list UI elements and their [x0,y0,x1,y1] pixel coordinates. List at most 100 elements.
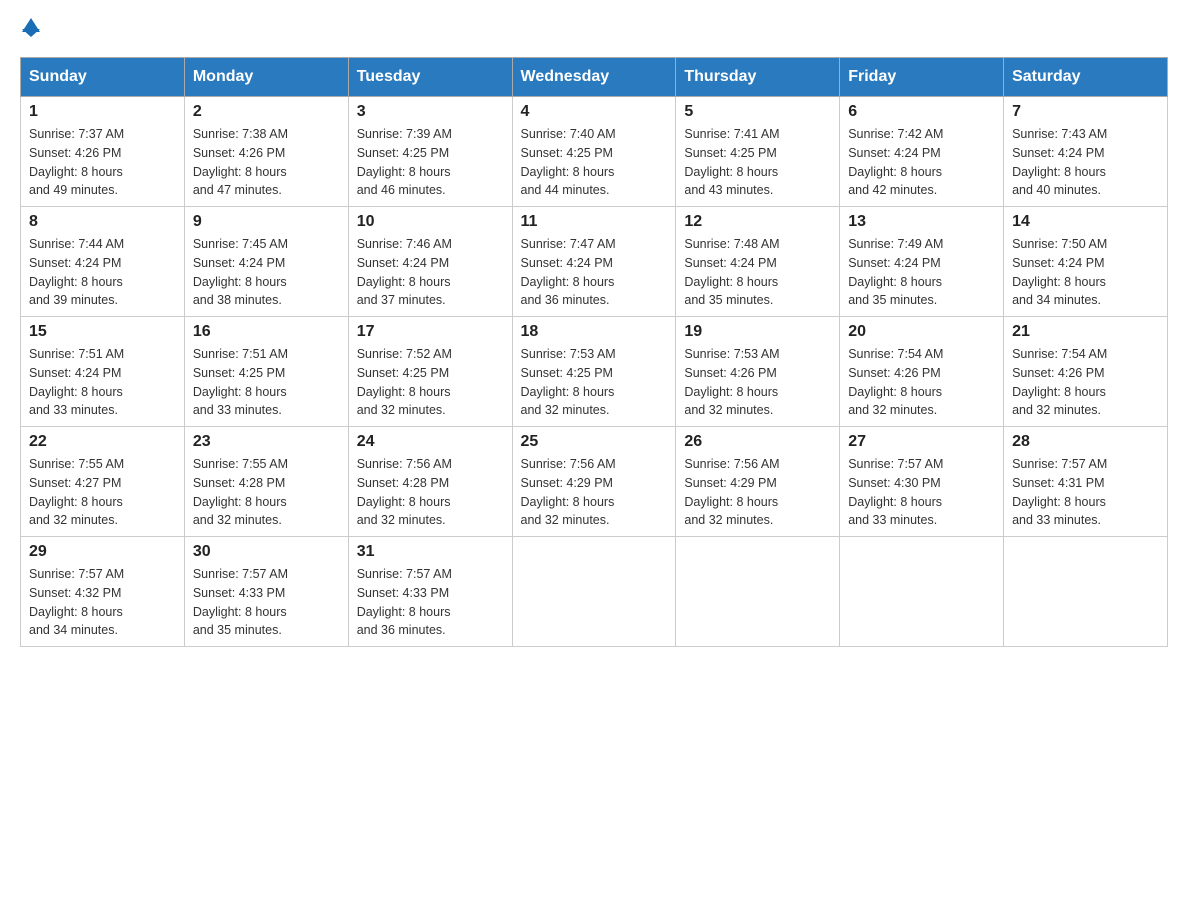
day-info: Sunrise: 7:46 AM Sunset: 4:24 PM Dayligh… [357,235,504,310]
day-number: 14 [1012,213,1159,231]
calendar-cell: 18 Sunrise: 7:53 AM Sunset: 4:25 PM Dayl… [512,317,676,427]
day-info: Sunrise: 7:53 AM Sunset: 4:25 PM Dayligh… [521,345,668,420]
day-info: Sunrise: 7:55 AM Sunset: 4:27 PM Dayligh… [29,455,176,530]
day-info: Sunrise: 7:57 AM Sunset: 4:31 PM Dayligh… [1012,455,1159,530]
calendar-cell: 1 Sunrise: 7:37 AM Sunset: 4:26 PM Dayli… [21,97,185,207]
day-number: 5 [684,103,831,121]
day-number: 17 [357,323,504,341]
day-number: 27 [848,433,995,451]
day-number: 3 [357,103,504,121]
day-info: Sunrise: 7:56 AM Sunset: 4:29 PM Dayligh… [684,455,831,530]
day-info: Sunrise: 7:42 AM Sunset: 4:24 PM Dayligh… [848,125,995,200]
calendar-cell: 28 Sunrise: 7:57 AM Sunset: 4:31 PM Dayl… [1004,427,1168,537]
calendar-week-row: 29 Sunrise: 7:57 AM Sunset: 4:32 PM Dayl… [21,537,1168,647]
page-header [20,20,1168,37]
day-number: 23 [193,433,340,451]
calendar-cell: 4 Sunrise: 7:40 AM Sunset: 4:25 PM Dayli… [512,97,676,207]
calendar-cell: 17 Sunrise: 7:52 AM Sunset: 4:25 PM Dayl… [348,317,512,427]
calendar-cell: 13 Sunrise: 7:49 AM Sunset: 4:24 PM Dayl… [840,207,1004,317]
day-number: 7 [1012,103,1159,121]
day-number: 12 [684,213,831,231]
calendar-cell: 8 Sunrise: 7:44 AM Sunset: 4:24 PM Dayli… [21,207,185,317]
calendar-cell: 16 Sunrise: 7:51 AM Sunset: 4:25 PM Dayl… [184,317,348,427]
calendar-cell: 7 Sunrise: 7:43 AM Sunset: 4:24 PM Dayli… [1004,97,1168,207]
calendar-cell [840,537,1004,647]
calendar-week-row: 8 Sunrise: 7:44 AM Sunset: 4:24 PM Dayli… [21,207,1168,317]
calendar-header-row: SundayMondayTuesdayWednesdayThursdayFrid… [21,58,1168,97]
day-number: 15 [29,323,176,341]
calendar-cell: 25 Sunrise: 7:56 AM Sunset: 4:29 PM Dayl… [512,427,676,537]
day-number: 20 [848,323,995,341]
day-info: Sunrise: 7:50 AM Sunset: 4:24 PM Dayligh… [1012,235,1159,310]
calendar-cell: 26 Sunrise: 7:56 AM Sunset: 4:29 PM Dayl… [676,427,840,537]
column-header-wednesday: Wednesday [512,58,676,97]
logo [20,20,40,37]
day-info: Sunrise: 7:51 AM Sunset: 4:24 PM Dayligh… [29,345,176,420]
day-number: 9 [193,213,340,231]
day-info: Sunrise: 7:39 AM Sunset: 4:25 PM Dayligh… [357,125,504,200]
day-number: 24 [357,433,504,451]
calendar-cell: 19 Sunrise: 7:53 AM Sunset: 4:26 PM Dayl… [676,317,840,427]
day-number: 11 [521,213,668,231]
day-info: Sunrise: 7:51 AM Sunset: 4:25 PM Dayligh… [193,345,340,420]
day-info: Sunrise: 7:57 AM Sunset: 4:32 PM Dayligh… [29,565,176,640]
day-number: 16 [193,323,340,341]
day-info: Sunrise: 7:43 AM Sunset: 4:24 PM Dayligh… [1012,125,1159,200]
column-header-monday: Monday [184,58,348,97]
calendar-cell: 10 Sunrise: 7:46 AM Sunset: 4:24 PM Dayl… [348,207,512,317]
calendar-table: SundayMondayTuesdayWednesdayThursdayFrid… [20,57,1168,647]
day-number: 28 [1012,433,1159,451]
day-number: 21 [1012,323,1159,341]
day-info: Sunrise: 7:45 AM Sunset: 4:24 PM Dayligh… [193,235,340,310]
column-header-friday: Friday [840,58,1004,97]
calendar-cell: 21 Sunrise: 7:54 AM Sunset: 4:26 PM Dayl… [1004,317,1168,427]
calendar-cell: 30 Sunrise: 7:57 AM Sunset: 4:33 PM Dayl… [184,537,348,647]
day-number: 8 [29,213,176,231]
day-info: Sunrise: 7:56 AM Sunset: 4:28 PM Dayligh… [357,455,504,530]
day-info: Sunrise: 7:54 AM Sunset: 4:26 PM Dayligh… [848,345,995,420]
column-header-sunday: Sunday [21,58,185,97]
day-info: Sunrise: 7:56 AM Sunset: 4:29 PM Dayligh… [521,455,668,530]
column-header-tuesday: Tuesday [348,58,512,97]
calendar-cell: 23 Sunrise: 7:55 AM Sunset: 4:28 PM Dayl… [184,427,348,537]
day-info: Sunrise: 7:53 AM Sunset: 4:26 PM Dayligh… [684,345,831,420]
calendar-cell: 3 Sunrise: 7:39 AM Sunset: 4:25 PM Dayli… [348,97,512,207]
calendar-cell: 12 Sunrise: 7:48 AM Sunset: 4:24 PM Dayl… [676,207,840,317]
calendar-cell: 2 Sunrise: 7:38 AM Sunset: 4:26 PM Dayli… [184,97,348,207]
day-number: 1 [29,103,176,121]
day-number: 4 [521,103,668,121]
calendar-week-row: 15 Sunrise: 7:51 AM Sunset: 4:24 PM Dayl… [21,317,1168,427]
calendar-cell: 31 Sunrise: 7:57 AM Sunset: 4:33 PM Dayl… [348,537,512,647]
calendar-cell: 15 Sunrise: 7:51 AM Sunset: 4:24 PM Dayl… [21,317,185,427]
day-info: Sunrise: 7:49 AM Sunset: 4:24 PM Dayligh… [848,235,995,310]
calendar-cell: 20 Sunrise: 7:54 AM Sunset: 4:26 PM Dayl… [840,317,1004,427]
calendar-cell: 5 Sunrise: 7:41 AM Sunset: 4:25 PM Dayli… [676,97,840,207]
calendar-cell: 11 Sunrise: 7:47 AM Sunset: 4:24 PM Dayl… [512,207,676,317]
day-number: 6 [848,103,995,121]
calendar-cell: 22 Sunrise: 7:55 AM Sunset: 4:27 PM Dayl… [21,427,185,537]
day-number: 30 [193,543,340,561]
day-number: 31 [357,543,504,561]
column-header-thursday: Thursday [676,58,840,97]
calendar-cell: 6 Sunrise: 7:42 AM Sunset: 4:24 PM Dayli… [840,97,1004,207]
day-number: 25 [521,433,668,451]
calendar-week-row: 1 Sunrise: 7:37 AM Sunset: 4:26 PM Dayli… [21,97,1168,207]
day-number: 10 [357,213,504,231]
day-number: 29 [29,543,176,561]
day-number: 13 [848,213,995,231]
day-info: Sunrise: 7:55 AM Sunset: 4:28 PM Dayligh… [193,455,340,530]
day-number: 18 [521,323,668,341]
calendar-cell: 24 Sunrise: 7:56 AM Sunset: 4:28 PM Dayl… [348,427,512,537]
calendar-cell [512,537,676,647]
day-number: 19 [684,323,831,341]
day-info: Sunrise: 7:37 AM Sunset: 4:26 PM Dayligh… [29,125,176,200]
day-info: Sunrise: 7:57 AM Sunset: 4:30 PM Dayligh… [848,455,995,530]
day-info: Sunrise: 7:48 AM Sunset: 4:24 PM Dayligh… [684,235,831,310]
calendar-cell [1004,537,1168,647]
day-info: Sunrise: 7:54 AM Sunset: 4:26 PM Dayligh… [1012,345,1159,420]
day-info: Sunrise: 7:41 AM Sunset: 4:25 PM Dayligh… [684,125,831,200]
day-info: Sunrise: 7:38 AM Sunset: 4:26 PM Dayligh… [193,125,340,200]
day-info: Sunrise: 7:52 AM Sunset: 4:25 PM Dayligh… [357,345,504,420]
calendar-cell: 14 Sunrise: 7:50 AM Sunset: 4:24 PM Dayl… [1004,207,1168,317]
calendar-cell: 9 Sunrise: 7:45 AM Sunset: 4:24 PM Dayli… [184,207,348,317]
